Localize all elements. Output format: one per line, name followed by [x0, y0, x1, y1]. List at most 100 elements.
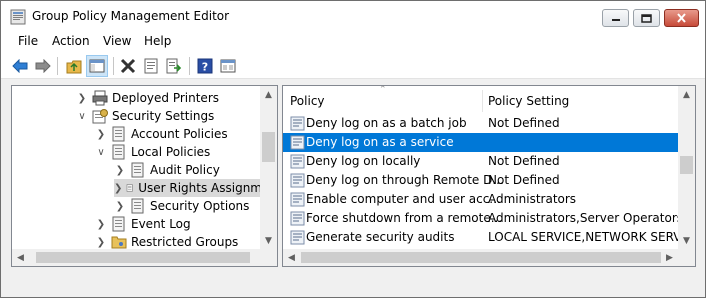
list-row[interactable]: Deny log on as a batch job Not Defined	[283, 114, 680, 133]
menu-bar: File Action View Help	[1, 31, 705, 53]
tree-item-security-settings[interactable]: ∨ Security Settings	[76, 107, 214, 125]
tree-item-user-rights-assignment[interactable]: ❯ User Rights Assignm	[114, 179, 262, 197]
folder-icon	[111, 236, 127, 249]
help-icon: ?	[197, 58, 213, 74]
title-bar: Group Policy Management Editor	[1, 1, 705, 31]
maximize-icon	[641, 13, 652, 23]
close-icon	[677, 13, 686, 23]
back-icon	[12, 59, 28, 73]
forward-icon	[35, 59, 51, 73]
tree-vertical-scrollbar[interactable]: ▲ ▼	[260, 86, 277, 249]
policy-item-icon	[290, 173, 305, 188]
extended-view-button[interactable]	[217, 55, 239, 77]
list-horizontal-scrollbar[interactable]: ◀ ▶	[283, 249, 678, 266]
tree-item-local-policies[interactable]: ∨ Local Policies	[95, 143, 210, 161]
list-vertical-scrollbar[interactable]: ▲ ▼	[678, 86, 695, 249]
tree-horizontal-scrollbar[interactable]: ◀	[12, 249, 260, 266]
chevron-right-icon[interactable]: ❯	[114, 201, 126, 212]
help-button[interactable]: ?	[194, 55, 216, 77]
menu-file[interactable]: File	[18, 34, 38, 48]
policy-icon	[127, 184, 133, 192]
chevron-down-icon[interactable]: ∨	[76, 111, 88, 122]
toolbar: ?	[1, 53, 705, 79]
column-header-policy-setting[interactable]: Policy Setting	[488, 94, 569, 108]
forward-button[interactable]	[32, 55, 54, 77]
menu-help[interactable]: Help	[144, 34, 171, 48]
export-list-icon	[166, 58, 182, 74]
close-button[interactable]	[664, 9, 699, 27]
scroll-down-icon[interactable]: ▼	[260, 232, 277, 249]
maximize-button[interactable]	[633, 9, 660, 27]
chevron-right-icon[interactable]: ❯	[95, 219, 107, 230]
policy-item-icon	[290, 230, 305, 245]
list-row-selected[interactable]: Deny log on as a service	[283, 133, 680, 152]
window-title: Group Policy Management Editor	[32, 9, 230, 23]
scroll-left-icon[interactable]: ◀	[12, 249, 29, 266]
minimize-icon	[611, 19, 620, 21]
chevron-right-icon[interactable]: ❯	[114, 165, 126, 176]
list-row[interactable]: Enable computer and user acc... Administ…	[283, 190, 680, 209]
scroll-up-icon[interactable]: ▲	[678, 86, 695, 103]
app-window: Group Policy Management Editor File Acti…	[0, 0, 706, 298]
chevron-right-icon[interactable]: ❯	[76, 93, 88, 104]
properties-button[interactable]	[140, 55, 162, 77]
minimize-button[interactable]	[602, 9, 629, 27]
console-tree[interactable]: ❯ Deployed Printers ∨ Security Settings …	[11, 85, 278, 267]
column-header-policy[interactable]: Policy	[290, 94, 325, 108]
list-row[interactable]: Deny log on through Remote D... Not Defi…	[283, 171, 680, 190]
policy-item-icon	[290, 154, 305, 169]
list-header: ⌃ Policy Policy Setting	[283, 86, 680, 114]
policy-item-icon	[290, 192, 305, 207]
up-folder-icon	[66, 60, 82, 73]
menu-view[interactable]: View	[103, 34, 131, 48]
policy-icon	[131, 198, 144, 214]
svg-text:?: ?	[202, 61, 208, 74]
extended-view-icon	[220, 59, 236, 73]
scroll-right-icon[interactable]: ▶	[661, 249, 678, 266]
sort-ascending-icon: ⌃	[379, 85, 387, 95]
delete-icon	[120, 58, 136, 74]
policy-icon	[112, 144, 125, 160]
tree-vscroll-thumb[interactable]	[262, 132, 275, 162]
tree-hscroll-thumb[interactable]	[36, 252, 250, 263]
policy-icon	[112, 126, 125, 142]
security-icon	[92, 109, 108, 124]
toolbar-separator	[189, 57, 190, 75]
policy-editor-app-icon	[10, 9, 26, 25]
tree-item-event-log[interactable]: ❯ Event Log	[95, 215, 191, 233]
list-row[interactable]: Generate security audits LOCAL SERVICE,N…	[283, 228, 695, 247]
toolbar-separator	[57, 57, 58, 75]
column-divider[interactable]	[482, 90, 483, 112]
chevron-right-icon[interactable]: ❯	[95, 237, 107, 248]
menu-action[interactable]: Action	[52, 34, 90, 48]
list-row[interactable]: Deny log on locally Not Defined	[283, 152, 680, 171]
tree-item-audit-policy[interactable]: ❯ Audit Policy	[114, 161, 220, 179]
tree-item-deployed-printers[interactable]: ❯ Deployed Printers	[76, 89, 219, 107]
policy-item-icon	[290, 211, 305, 226]
scroll-left-icon[interactable]: ◀	[283, 249, 300, 266]
scroll-up-icon[interactable]: ▲	[260, 86, 277, 103]
properties-icon	[144, 58, 158, 74]
toolbar-separator	[113, 57, 114, 75]
list-vscroll-thumb[interactable]	[680, 156, 693, 174]
policy-icon	[131, 162, 144, 178]
show-hide-tree-icon	[89, 59, 105, 73]
scroll-down-icon[interactable]: ▼	[678, 232, 695, 249]
list-hscroll-thumb[interactable]	[301, 252, 661, 263]
back-button[interactable]	[9, 55, 31, 77]
tree-item-account-policies[interactable]: ❯ Account Policies	[95, 125, 228, 143]
policy-item-icon	[290, 135, 305, 150]
list-row[interactable]: Force shutdown from a remote... Administ…	[283, 209, 683, 228]
up-folder-button[interactable]	[63, 55, 85, 77]
export-list-button[interactable]	[163, 55, 185, 77]
show-hide-tree-button[interactable]	[86, 55, 108, 77]
policy-item-icon	[290, 116, 305, 131]
chevron-right-icon[interactable]: ❯	[114, 183, 122, 194]
details-list[interactable]: ⌃ Policy Policy Setting Deny log on as a…	[282, 85, 696, 267]
policy-icon	[112, 216, 125, 232]
chevron-down-icon[interactable]: ∨	[95, 147, 107, 158]
delete-button[interactable]	[117, 55, 139, 77]
chevron-right-icon[interactable]: ❯	[95, 129, 107, 140]
printer-icon	[92, 90, 108, 106]
tree-item-security-options[interactable]: ❯ Security Options	[114, 197, 249, 215]
